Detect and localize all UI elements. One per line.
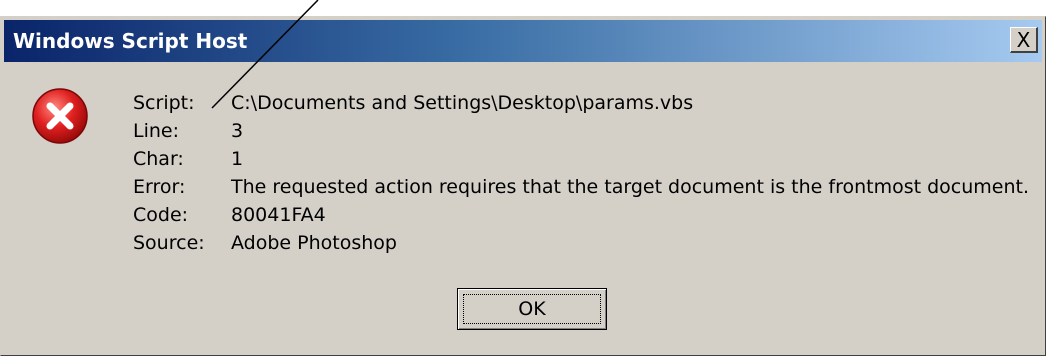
detail-label: Code: [133,204,189,226]
ok-button-label: OK [518,298,546,320]
detail-value: Adobe Photoshop [231,232,397,254]
detail-row-error: Error: The requested action requires tha… [133,173,1029,201]
detail-row-char: Char: 1 [133,145,1029,173]
detail-label: Script: [133,92,195,114]
error-dialog: Windows Script Host X Script: C:\Documen… [0,16,1046,356]
error-details: Script: C:\Documents and Settings\Deskto… [133,89,1029,257]
window-title: Windows Script Host [13,29,248,53]
detail-value: The requested action requires that the t… [231,176,1030,198]
detail-value: C:\Documents and Settings\Desktop\params… [231,92,694,114]
detail-label: Source: [133,232,205,254]
detail-row-line: Line: 3 [133,117,1029,145]
detail-row-code: Code: 80041FA4 [133,201,1029,229]
detail-row-script: Script: C:\Documents and Settings\Deskto… [133,89,1029,117]
close-icon: X [1016,27,1031,52]
detail-label: Error: [133,176,186,198]
error-icon [32,88,88,144]
detail-value: 3 [231,120,244,142]
screenshot-canvas: Windows Script Host X Script: C:\Documen… [0,0,1046,356]
detail-row-source: Source: Adobe Photoshop [133,229,1029,257]
title-bar[interactable]: Windows Script Host X [4,20,1042,62]
detail-label: Char: [133,148,184,170]
detail-value: 1 [231,148,244,170]
detail-label: Line: [133,120,179,142]
close-button[interactable]: X [1010,27,1038,53]
detail-value: 80041FA4 [231,204,326,226]
ok-button[interactable]: OK [457,288,607,330]
